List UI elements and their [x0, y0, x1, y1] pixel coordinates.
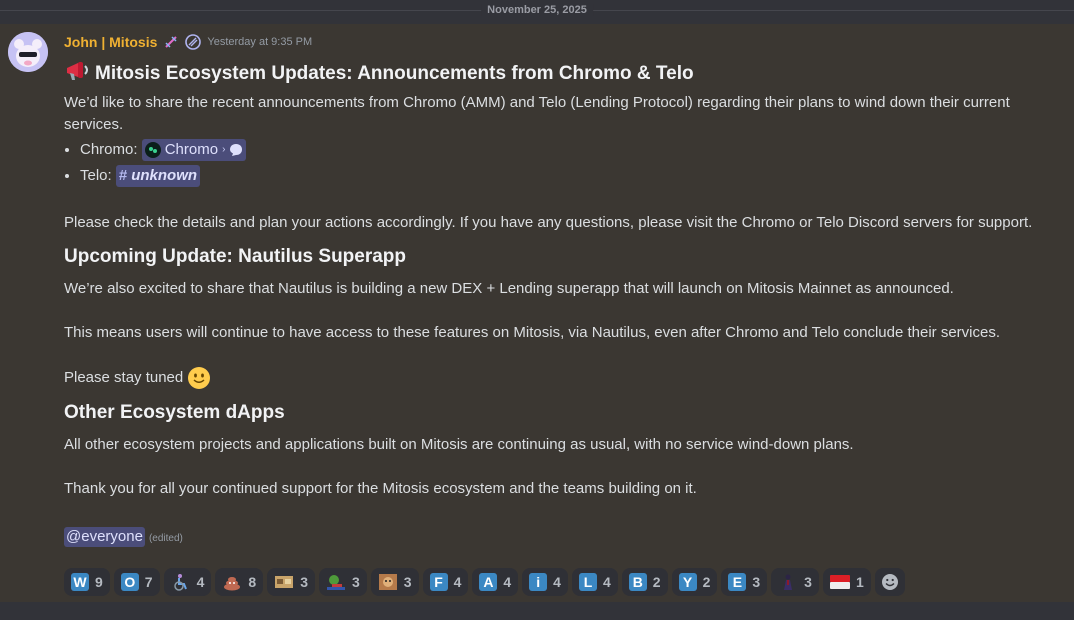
custom-emoji-1-icon: [274, 572, 294, 592]
unknown-channel-link[interactable]: # unknown: [115, 165, 201, 188]
list-item: Telo: # unknown: [80, 164, 1064, 190]
reaction-count: 8: [248, 574, 257, 590]
post-title-row: Mitosis Ecosystem Updates: Announcements…: [64, 60, 1064, 88]
edited-label[interactable]: (edited): [149, 533, 183, 544]
dna-icon: [163, 34, 179, 50]
section2-paragraph: We’re also excited to share that Nautilu…: [64, 280, 954, 297]
message[interactable]: John | Mitosis Yesterday at 9:35 PM Mito…: [0, 24, 1074, 602]
regional-indicator-y-icon: Y: [678, 573, 697, 591]
speech-bubble-icon: [230, 144, 243, 157]
chromo-channel-link[interactable]: Chromo ›: [141, 139, 247, 162]
mention-row: @everyone (edited): [64, 526, 1064, 550]
reaction-count: 3: [804, 574, 812, 590]
reaction-e[interactable]: E 3: [721, 568, 768, 596]
channel-hash-icon: #: [118, 167, 128, 185]
reaction-count: 7: [144, 574, 153, 590]
date-label: November 25, 2025: [481, 4, 593, 16]
reaction-count: 9: [95, 574, 103, 590]
reaction-wheelchair[interactable]: 4: [163, 568, 212, 596]
list-item-label: Telo:: [80, 167, 112, 184]
indonesia-flag-icon: [829, 572, 850, 592]
reactions-bar: W 9 O 7 4 8 3 3 3 F 4 A 4 i 4 L 4 B 2 Y …: [64, 568, 905, 596]
reaction-count: 3: [403, 574, 412, 590]
reaction-count: 3: [752, 574, 761, 590]
custom-emoji-2-icon: [326, 572, 346, 592]
everyone-mention[interactable]: @everyone: [64, 527, 145, 547]
add-reaction-smile-icon: [881, 574, 898, 590]
regional-indicator-a-icon: A: [479, 573, 498, 591]
reaction-count: 4: [453, 574, 462, 590]
section3-paragraph: Thank you for all your continued support…: [64, 480, 697, 497]
reaction-count: 4: [602, 574, 611, 590]
loudspeaker-icon: [64, 59, 92, 89]
mitosis-badge-icon[interactable]: [185, 34, 202, 50]
reaction-count: 4: [553, 574, 561, 590]
regional-indicator-b-icon: B: [628, 573, 647, 591]
reaction-l[interactable]: L 4: [571, 568, 618, 596]
reaction-custom[interactable]: 3: [267, 568, 315, 596]
reaction-custom[interactable]: 3: [318, 568, 367, 596]
message-content: Mitosis Ecosystem Updates: Announcements…: [64, 60, 1064, 550]
reaction-y[interactable]: Y 2: [671, 568, 718, 596]
reaction-b[interactable]: B 2: [621, 568, 668, 596]
section-heading: Other Ecosystem dApps: [64, 402, 285, 423]
reaction-a[interactable]: A 4: [472, 568, 519, 596]
chromo-link-text: Chromo: [164, 141, 219, 159]
reaction-indonesia-flag[interactable]: 1: [822, 568, 871, 596]
regional-indicator-e-icon: E: [728, 573, 747, 591]
reaction-poop[interactable]: 8: [215, 568, 264, 596]
regional-indicator-o-icon: O: [120, 573, 139, 591]
check-details-text: Please check the details and plan your a…: [64, 214, 1033, 231]
regional-indicator-i-icon: i: [529, 573, 548, 591]
reaction-count: 2: [702, 574, 711, 590]
custom-emoji-3-icon: [378, 572, 398, 592]
list-item: Chromo: Chromo ›: [80, 138, 1064, 164]
message-header: John | Mitosis Yesterday at 9:35 PM: [64, 33, 312, 51]
intro-text: We’d like to share the recent announceme…: [64, 94, 1010, 133]
list-item-label: Chromo:: [80, 141, 138, 158]
add-reaction-button[interactable]: [874, 568, 905, 596]
reaction-count: 3: [351, 574, 360, 590]
post-title: Mitosis Ecosystem Updates: Announcements…: [95, 63, 694, 84]
username[interactable]: John | Mitosis: [64, 34, 157, 50]
section-heading: Upcoming Update: Nautilus Superapp: [64, 246, 407, 267]
section3-paragraph: All other ecosystem projects and applica…: [64, 436, 854, 453]
reaction-i[interactable]: i 4: [522, 568, 568, 596]
chevron-right-icon: ›: [222, 144, 226, 156]
date-divider: November 25, 2025: [0, 0, 1074, 22]
chat-bottom-strip: [0, 602, 1074, 620]
chromo-server-icon: [144, 142, 161, 159]
poop-icon: [222, 572, 242, 592]
avatar[interactable]: [8, 32, 48, 72]
slight-smile-icon: [188, 367, 211, 389]
reaction-count: 4: [196, 574, 205, 590]
reaction-count: 2: [652, 574, 661, 590]
timestamp[interactable]: Yesterday at 9:35 PM: [207, 36, 312, 48]
reaction-w[interactable]: W 9: [64, 568, 110, 596]
reaction-custom[interactable]: 3: [771, 568, 819, 596]
wheelchair-icon: [171, 572, 191, 592]
stay-tuned-text: Please stay tuned: [64, 369, 184, 386]
reaction-count: 4: [503, 574, 512, 590]
avatar-icon: [8, 32, 48, 72]
reaction-count: 3: [300, 574, 308, 590]
stay-tuned-row: Please stay tuned: [64, 366, 1064, 390]
unknown-link-text: unknown: [131, 167, 198, 185]
reaction-f[interactable]: F 4: [422, 568, 469, 596]
custom-emoji-4-icon: [778, 572, 798, 592]
reaction-o[interactable]: O 7: [113, 568, 160, 596]
regional-indicator-l-icon: L: [578, 573, 597, 591]
reaction-custom[interactable]: 3: [370, 568, 419, 596]
section2-paragraph: This means users will continue to have a…: [64, 324, 1001, 341]
reaction-count: 1: [855, 574, 864, 590]
regional-indicator-f-icon: F: [429, 573, 448, 591]
announcement-list: Chromo: Chromo › Telo: # unknown: [64, 138, 1064, 190]
regional-indicator-w-icon: W: [71, 573, 89, 591]
